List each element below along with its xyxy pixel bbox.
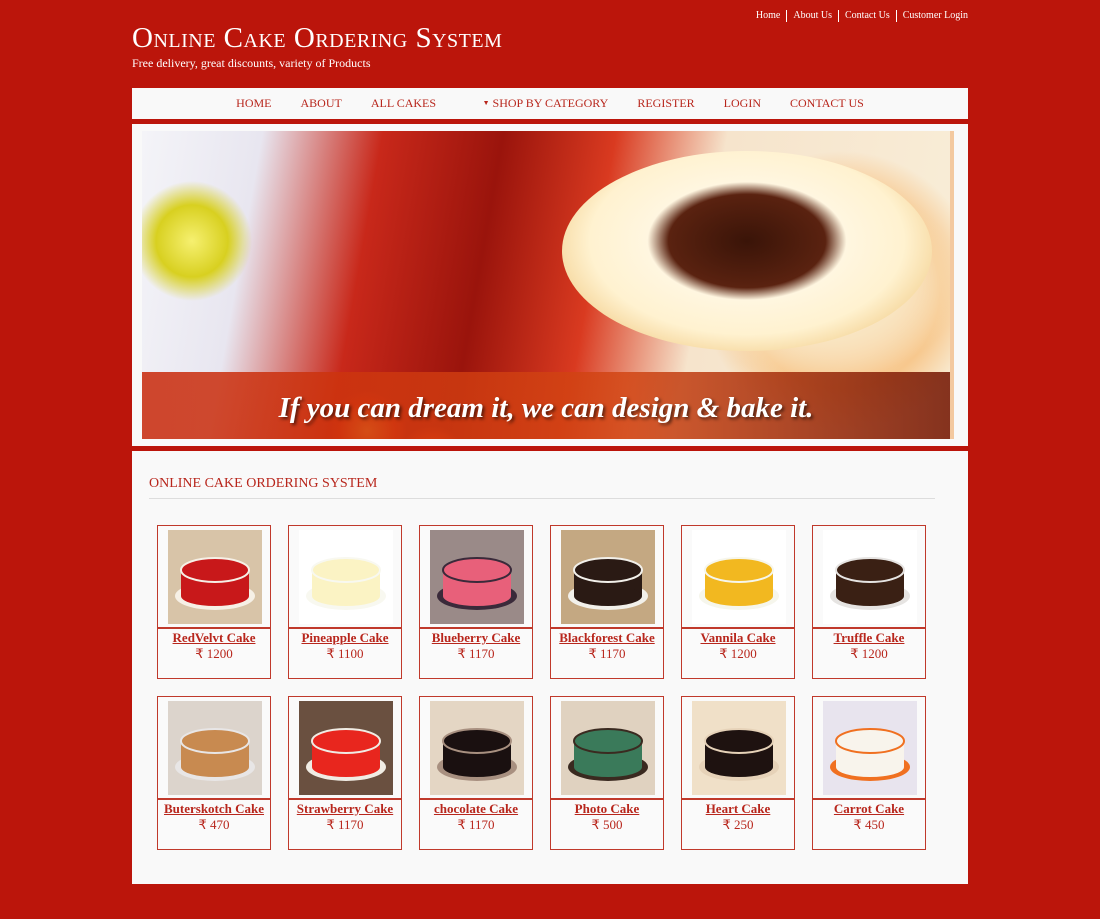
product-name-link[interactable]: Heart Cake: [682, 801, 794, 817]
product-price: ₹ 1200: [195, 646, 233, 661]
cake-icon: [823, 701, 917, 795]
card-divider: [682, 627, 794, 629]
product-image[interactable]: [823, 701, 917, 795]
product-price: ₹ 1170: [588, 646, 626, 661]
product-section: ONLINE CAKE ORDERING SYSTEM RedVelvt Cak…: [132, 451, 968, 884]
card-divider: [551, 627, 663, 629]
card-divider: [420, 798, 532, 800]
product-card[interactable]: Photo Cake ₹ 500: [550, 696, 664, 850]
product-card[interactable]: Truffle Cake ₹ 1200: [812, 525, 926, 679]
card-divider: [158, 798, 270, 800]
cake-icon: [823, 530, 917, 624]
cake-icon: [692, 701, 786, 795]
top-link-home[interactable]: Home: [750, 10, 786, 22]
top-link-about-us[interactable]: About Us: [786, 10, 838, 22]
card-divider: [551, 798, 663, 800]
product-price: ₹ 1170: [457, 646, 495, 661]
card-divider: [813, 627, 925, 629]
cake-icon: [561, 530, 655, 624]
product-name-link[interactable]: Pineapple Cake: [289, 630, 401, 646]
product-name-link[interactable]: Vannila Cake: [682, 630, 794, 646]
product-name-link[interactable]: Carrot Cake: [813, 801, 925, 817]
section-title: ONLINE CAKE ORDERING SYSTEM: [149, 476, 378, 491]
product-image[interactable]: [299, 530, 393, 624]
product-card[interactable]: Blackforest Cake ₹ 1170: [550, 525, 664, 679]
banner-cake-graphic: [562, 151, 932, 351]
product-card[interactable]: chocolate Cake ₹ 1170: [419, 696, 533, 850]
card-divider: [158, 627, 270, 629]
top-links: Home About Us Contact Us Customer Login: [750, 10, 968, 22]
product-price: ₹ 1170: [326, 817, 364, 832]
product-card[interactable]: Buterskotch Cake ₹ 470: [157, 696, 271, 850]
product-name-link[interactable]: RedVelvt Cake: [158, 630, 270, 646]
product-price: ₹ 500: [591, 817, 623, 832]
product-price: ₹ 250: [722, 817, 754, 832]
top-link-contact-us[interactable]: Contact Us: [838, 10, 896, 22]
product-image[interactable]: [430, 701, 524, 795]
product-name-link[interactable]: Photo Cake: [551, 801, 663, 817]
banner-caption: If you can dream it, we can design & bak…: [278, 392, 814, 424]
product-image[interactable]: [168, 701, 262, 795]
nav-register[interactable]: REGISTER: [637, 96, 694, 111]
product-price: ₹ 1200: [850, 646, 888, 661]
product-card[interactable]: Heart Cake ₹ 250: [681, 696, 795, 850]
product-price: ₹ 1100: [326, 646, 364, 661]
product-name-link[interactable]: Buterskotch Cake: [158, 801, 270, 817]
product-name-link[interactable]: Truffle Cake: [813, 630, 925, 646]
caret-down-icon: ▼: [482, 99, 490, 107]
cake-icon: [168, 530, 262, 624]
nav-home[interactable]: HOME: [236, 96, 271, 111]
product-card[interactable]: RedVelvt Cake ₹ 1200: [157, 525, 271, 679]
card-divider: [289, 798, 401, 800]
nav-shop-by-category[interactable]: ▼ SHOP BY CATEGORY: [483, 96, 609, 111]
product-image[interactable]: [430, 530, 524, 624]
section-rule: [149, 498, 935, 499]
product-price: ₹ 470: [198, 817, 230, 832]
main-nav: HOME ABOUT ALL CAKES ▼ SHOP BY CATEGORY R…: [132, 88, 968, 121]
product-image[interactable]: [168, 530, 262, 624]
product-card[interactable]: Pineapple Cake ₹ 1100: [288, 525, 402, 679]
cake-icon: [299, 701, 393, 795]
cake-icon: [692, 530, 786, 624]
product-image[interactable]: [692, 530, 786, 624]
banner-panel: If you can dream it, we can design & bak…: [132, 124, 968, 446]
cake-icon: [299, 530, 393, 624]
nav-shop-by-category-label: SHOP BY CATEGORY: [492, 96, 609, 110]
product-name-link[interactable]: Blueberry Cake: [420, 630, 532, 646]
cake-icon: [430, 530, 524, 624]
product-name-link[interactable]: chocolate Cake: [420, 801, 532, 817]
product-card[interactable]: Strawberry Cake ₹ 1170: [288, 696, 402, 850]
product-price: ₹ 1170: [457, 817, 495, 832]
product-price: ₹ 1200: [719, 646, 757, 661]
product-price: ₹ 450: [853, 817, 885, 832]
product-name-link[interactable]: Strawberry Cake: [289, 801, 401, 817]
product-card[interactable]: Blueberry Cake ₹ 1170: [419, 525, 533, 679]
cake-icon: [430, 701, 524, 795]
card-divider: [682, 798, 794, 800]
nav-login[interactable]: LOGIN: [724, 96, 761, 111]
nav-contact-us[interactable]: CONTACT US: [790, 96, 864, 111]
nav-all-cakes[interactable]: ALL CAKES: [371, 96, 436, 111]
product-card[interactable]: Carrot Cake ₹ 450: [812, 696, 926, 850]
product-name-link[interactable]: Blackforest Cake: [551, 630, 663, 646]
card-divider: [289, 627, 401, 629]
card-divider: [420, 627, 532, 629]
product-image[interactable]: [299, 701, 393, 795]
product-card[interactable]: Vannila Cake ₹ 1200: [681, 525, 795, 679]
cake-icon: [168, 701, 262, 795]
product-image[interactable]: [561, 701, 655, 795]
site-header: Online Cake Ordering System Free deliver…: [132, 20, 502, 71]
nav-about[interactable]: ABOUT: [301, 96, 342, 111]
product-image[interactable]: [561, 530, 655, 624]
site-tagline: Free delivery, great discounts, variety …: [132, 56, 371, 70]
product-image[interactable]: [823, 530, 917, 624]
cake-icon: [561, 701, 655, 795]
top-link-customer-login[interactable]: Customer Login: [895, 10, 968, 22]
hero-banner-image: If you can dream it, we can design & bak…: [142, 131, 954, 439]
card-divider: [813, 798, 925, 800]
site-title[interactable]: Online Cake Ordering System: [132, 20, 502, 56]
product-image[interactable]: [692, 701, 786, 795]
